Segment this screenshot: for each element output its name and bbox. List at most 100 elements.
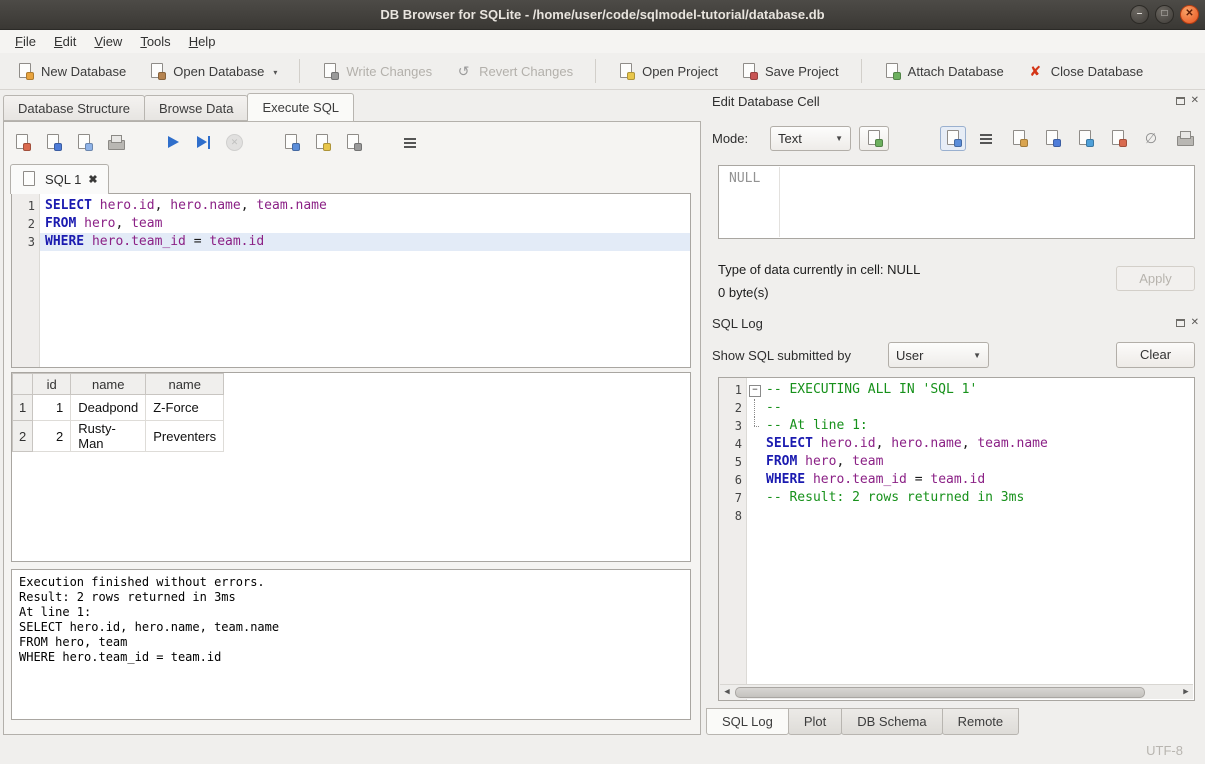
bottom-tab-plot[interactable]: Plot xyxy=(788,708,842,735)
table-cell[interactable]: Z-Force xyxy=(146,395,224,421)
menu-edit[interactable]: Edit xyxy=(45,30,85,53)
code-token: hero.team_id xyxy=(813,472,907,487)
maximize-button[interactable]: □ xyxy=(1155,5,1174,24)
code-token: team.name xyxy=(977,436,1047,451)
print-button[interactable] xyxy=(107,134,124,151)
auto-switch-mode-button[interactable] xyxy=(859,126,889,151)
open-sql-file-button[interactable] xyxy=(14,134,31,151)
code-token: hero.team_id xyxy=(92,234,186,249)
code-token: team xyxy=(131,216,162,231)
open-project-button[interactable]: Open Project xyxy=(609,59,727,84)
format-sql-icon xyxy=(402,134,419,151)
scroll-left-icon[interactable]: ◀ xyxy=(720,686,734,699)
export-results-button[interactable] xyxy=(283,134,300,151)
accent-shape xyxy=(158,72,166,80)
sql-editor[interactable]: 123SELECT hero.id, hero.name, team.nameF… xyxy=(11,193,691,368)
execute-all-button[interactable] xyxy=(164,134,181,151)
print-cell-button[interactable] xyxy=(1171,126,1197,151)
accent-shape xyxy=(1053,139,1061,147)
execute-current-line-button[interactable] xyxy=(195,134,212,151)
bottom-tab-db-schema[interactable]: DB Schema xyxy=(841,708,942,735)
float-icon[interactable] xyxy=(1176,97,1185,105)
attach-database-icon xyxy=(884,63,901,80)
code-line: -- EXECUTING ALL IN 'SQL 1' xyxy=(761,381,1194,399)
table-cell[interactable]: 1 xyxy=(33,395,71,421)
new-database-button[interactable]: New Database xyxy=(8,59,135,84)
close-tab-icon[interactable]: ✖ xyxy=(88,173,97,186)
menu-help[interactable]: Help xyxy=(180,30,225,53)
open-file-icon xyxy=(1011,130,1028,147)
line-number: 2 xyxy=(12,215,35,233)
column-header[interactable]: name xyxy=(71,374,146,395)
save-sql-as-button[interactable] xyxy=(76,134,93,151)
bottom-tab-remote[interactable]: Remote xyxy=(942,708,1020,735)
revert-changes-button: ↺Revert Changes xyxy=(446,59,582,84)
table-cell[interactable]: Deadpond xyxy=(71,395,146,421)
clear-button[interactable]: Clear xyxy=(1116,342,1195,368)
sql-tab[interactable]: SQL 1 ✖ xyxy=(10,164,109,194)
line-number: 8 xyxy=(719,507,742,525)
bottom-tab-sql-log[interactable]: SQL Log xyxy=(706,708,789,735)
scroll-right-icon[interactable]: ▶ xyxy=(1179,686,1193,699)
fold-marker-icon[interactable] xyxy=(747,399,761,417)
chevron-down-icon: ▼ xyxy=(967,351,981,360)
table-row: 11DeadpondZ-Force xyxy=(13,395,224,421)
fold-marker-icon[interactable] xyxy=(747,417,761,435)
text-view-button[interactable] xyxy=(940,126,966,151)
code-token: hero xyxy=(805,454,836,469)
float-icon[interactable] xyxy=(1176,319,1185,327)
row-header[interactable]: 1 xyxy=(13,395,33,421)
code-token: -- EXECUTING ALL IN 'SQL 1' xyxy=(766,382,977,397)
row-header[interactable]: 2 xyxy=(13,421,33,452)
set-null-button[interactable]: ∅ xyxy=(1138,126,1164,151)
code-token: hero.id xyxy=(100,198,155,213)
word-wrap-icon xyxy=(978,130,995,147)
table-cell[interactable]: Preventers xyxy=(146,421,224,452)
code-token: hero.id xyxy=(821,436,876,451)
save-results-view-icon xyxy=(314,134,331,151)
code-token: hero.name xyxy=(891,436,961,451)
close-database-button[interactable]: ✘Close Database xyxy=(1018,59,1153,84)
tab-database-structure[interactable]: Database Structure xyxy=(3,95,145,121)
save-results-view-button[interactable] xyxy=(314,134,331,151)
code-token: team.id xyxy=(209,234,264,249)
code-token: -- Result: 2 rows returned in 3ms xyxy=(766,490,1024,505)
column-header[interactable]: id xyxy=(33,374,71,395)
save-project-button[interactable]: Save Project xyxy=(732,59,848,84)
word-wrap-button[interactable] xyxy=(973,126,999,151)
tab-execute-sql[interactable]: Execute SQL xyxy=(247,93,354,122)
log-filter-combo[interactable]: User ▼ xyxy=(888,342,989,368)
apply-button[interactable]: Apply xyxy=(1116,266,1195,291)
minimize-button[interactable]: – xyxy=(1130,5,1149,24)
h-scrollbar[interactable]: ◀ ▶ xyxy=(720,684,1193,699)
menu-tools[interactable]: Tools xyxy=(131,30,179,53)
open-file-button[interactable] xyxy=(1006,126,1032,151)
table-cell[interactable]: 2 xyxy=(33,421,71,452)
table-cell[interactable]: Rusty-Man xyxy=(71,421,146,452)
find-replace-button[interactable] xyxy=(345,134,362,151)
attach-database-button[interactable]: Attach Database xyxy=(875,59,1013,84)
close-button[interactable]: ✕ xyxy=(1180,5,1199,24)
save-sql-file-button[interactable] xyxy=(45,134,62,151)
format-sql-button[interactable] xyxy=(402,134,419,151)
column-header[interactable]: name xyxy=(146,374,224,395)
code-token: WHERE xyxy=(45,234,92,249)
tab-browse-data[interactable]: Browse Data xyxy=(144,95,248,121)
log-editor[interactable]: ◀ ▶ 12345678-- EXECUTING ALL IN 'SQL 1'-… xyxy=(718,377,1195,701)
export-cell-button[interactable] xyxy=(1072,126,1098,151)
close-icon[interactable]: ✕ xyxy=(1191,96,1199,106)
cell-editor[interactable]: NULL xyxy=(718,165,1195,239)
exec-log[interactable]: Execution finished without errors. Resul… xyxy=(11,569,691,720)
scrollbar-thumb[interactable] xyxy=(735,687,1145,698)
close-icon[interactable]: ✕ xyxy=(1191,318,1199,328)
menu-view[interactable]: View xyxy=(85,30,131,53)
fold-marker-icon[interactable] xyxy=(747,381,761,399)
open-database-button[interactable]: Open Database▾ xyxy=(140,59,286,84)
save-sql-as-icon xyxy=(76,134,93,151)
menu-file[interactable]: File xyxy=(6,30,45,53)
import-cell-button[interactable] xyxy=(1105,126,1131,151)
mode-combo[interactable]: Text ▼ xyxy=(770,126,851,151)
results-table[interactable]: idnamename 11DeadpondZ-Force22Rusty-ManP… xyxy=(12,373,224,452)
save-as-file-button[interactable] xyxy=(1039,126,1065,151)
code-line: -- At line 1: xyxy=(761,417,1194,435)
